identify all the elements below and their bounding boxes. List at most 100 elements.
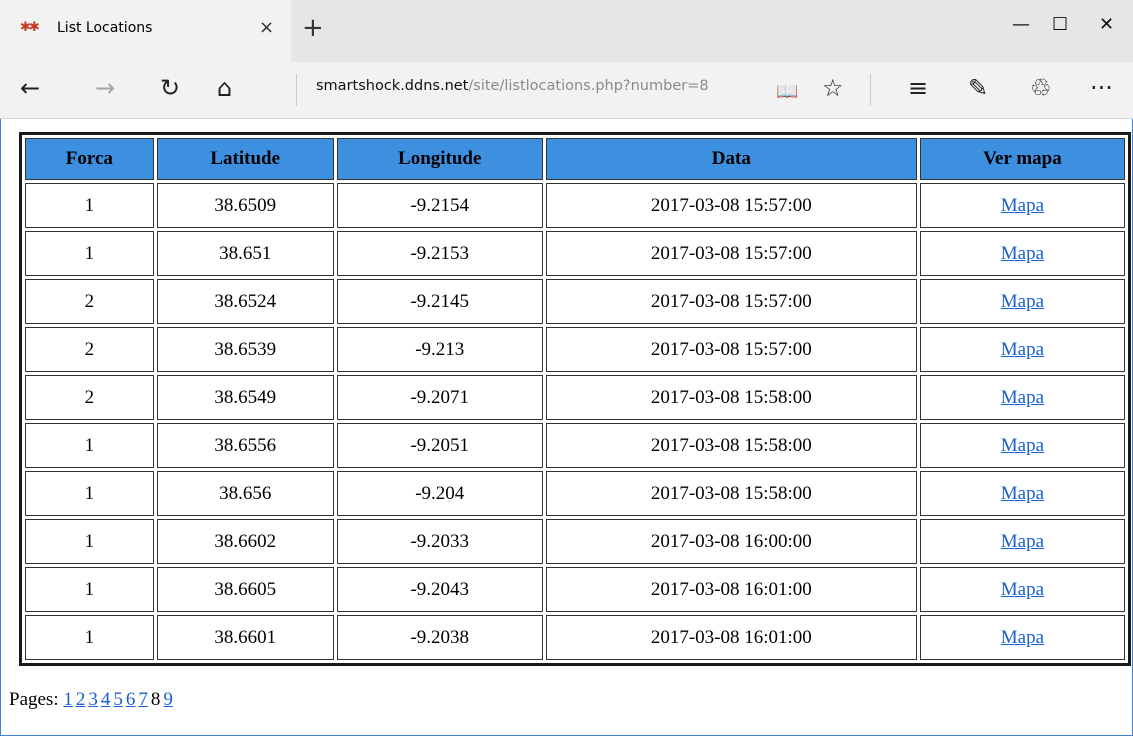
header-ver-mapa: Ver mapa — [919, 138, 1125, 180]
cell-data: 2017-03-08 15:58:00 — [545, 375, 917, 420]
tab-close-icon[interactable]: × — [259, 17, 274, 38]
page-content: Forca Latitude Longitude Data Ver mapa 1… — [0, 119, 1133, 737]
mapa-link[interactable]: Mapa — [1001, 435, 1044, 456]
cell-forca: 2 — [25, 279, 154, 324]
table-row: 1 38.6556 -9.2051 2017-03-08 15:58:00 Mapa — [25, 423, 1125, 468]
refresh-icon[interactable]: ↻ — [160, 74, 180, 102]
cell-longitude: -9.2145 — [336, 279, 543, 324]
share-icon[interactable]: ♲ — [1030, 74, 1052, 102]
tab-bar: ✱✱ List Locations × + — ☐ ✕ — [0, 0, 1133, 62]
page-link[interactable]: 2 — [76, 689, 86, 710]
mapa-link[interactable]: Mapa — [1001, 531, 1044, 552]
reading-view-icon[interactable]: 📖 — [776, 78, 798, 106]
table-row: 2 38.6549 -9.2071 2017-03-08 15:58:00 Mapa — [25, 375, 1125, 420]
mapa-link[interactable]: Mapa — [1001, 195, 1044, 216]
cell-ver-mapa: Mapa — [919, 519, 1125, 564]
more-icon[interactable]: ··· — [1090, 74, 1113, 102]
mapa-link[interactable]: Mapa — [1001, 339, 1044, 360]
cell-ver-mapa: Mapa — [919, 183, 1125, 228]
address-bar[interactable]: smartshock.ddns.net/site/listlocations.p… — [316, 78, 709, 94]
forward-icon[interactable]: → — [95, 74, 115, 102]
mapa-link[interactable]: Mapa — [1001, 627, 1044, 648]
cell-data: 2017-03-08 15:57:00 — [545, 183, 917, 228]
table-row: 1 38.6605 -9.2043 2017-03-08 16:01:00 Mapa — [25, 567, 1125, 612]
navigation-bar: ← → ↻ ⌂ smartshock.ddns.net/site/listloc… — [0, 62, 1133, 119]
cell-latitude: 38.6605 — [156, 567, 334, 612]
cell-data: 2017-03-08 16:00:00 — [545, 519, 917, 564]
cell-data: 2017-03-08 16:01:00 — [545, 567, 917, 612]
cell-latitude: 38.6602 — [156, 519, 334, 564]
header-data: Data — [545, 138, 917, 180]
favorite-star-icon[interactable]: ☆ — [822, 74, 844, 102]
address-host: smartshock.ddns.net — [316, 78, 469, 94]
cell-data: 2017-03-08 15:58:00 — [545, 423, 917, 468]
cell-latitude: 38.651 — [156, 231, 334, 276]
web-note-icon[interactable]: ✎ — [968, 74, 988, 102]
cell-forca: 1 — [25, 423, 154, 468]
header-forca: Forca — [25, 138, 154, 180]
page-links: 123456789 — [63, 689, 176, 710]
mapa-link[interactable]: Mapa — [1001, 483, 1044, 504]
tab-list-locations[interactable]: ✱✱ List Locations × — [0, 0, 291, 62]
table-row: 1 38.656 -9.204 2017-03-08 15:58:00 Mapa — [25, 471, 1125, 516]
page-current: 8 — [150, 689, 161, 710]
cell-forca: 1 — [25, 183, 154, 228]
minimize-icon[interactable]: — — [1012, 14, 1030, 35]
cell-ver-mapa: Mapa — [919, 423, 1125, 468]
tab-title: List Locations — [57, 20, 153, 36]
cell-longitude: -9.2153 — [336, 231, 543, 276]
window-close-icon[interactable]: ✕ — [1099, 14, 1114, 35]
cell-longitude: -9.2154 — [336, 183, 543, 228]
page-link[interactable]: 6 — [126, 689, 136, 710]
page-link[interactable]: 7 — [138, 689, 148, 710]
cell-forca: 2 — [25, 375, 154, 420]
cell-longitude: -9.2033 — [336, 519, 543, 564]
home-icon[interactable]: ⌂ — [217, 74, 232, 102]
cell-forca: 1 — [25, 567, 154, 612]
site-favicon-icon: ✱✱ — [20, 20, 40, 35]
cell-ver-mapa: Mapa — [919, 615, 1125, 660]
cell-data: 2017-03-08 15:57:00 — [545, 279, 917, 324]
cell-longitude: -9.2043 — [336, 567, 543, 612]
cell-longitude: -9.2071 — [336, 375, 543, 420]
cell-data: 2017-03-08 16:01:00 — [545, 615, 917, 660]
mapa-link[interactable]: Mapa — [1001, 291, 1044, 312]
cell-data: 2017-03-08 15:57:00 — [545, 327, 917, 372]
cell-ver-mapa: Mapa — [919, 327, 1125, 372]
cell-forca: 1 — [25, 471, 154, 516]
cell-longitude: -9.2051 — [336, 423, 543, 468]
cell-forca: 1 — [25, 615, 154, 660]
page-link[interactable]: 5 — [113, 689, 123, 710]
pagination-label: Pages: — [9, 689, 59, 710]
cell-data: 2017-03-08 15:58:00 — [545, 471, 917, 516]
back-icon[interactable]: ← — [20, 74, 40, 102]
page-link[interactable]: 1 — [63, 689, 73, 710]
page-link[interactable]: 9 — [163, 689, 173, 710]
toolbar-divider — [870, 74, 871, 106]
new-tab-icon[interactable]: + — [302, 13, 324, 43]
cell-latitude: 38.6509 — [156, 183, 334, 228]
cell-ver-mapa: Mapa — [919, 471, 1125, 516]
page-link[interactable]: 3 — [88, 689, 98, 710]
table-row: 2 38.6524 -9.2145 2017-03-08 15:57:00 Mapa — [25, 279, 1125, 324]
mapa-link[interactable]: Mapa — [1001, 243, 1044, 264]
cell-latitude: 38.6539 — [156, 327, 334, 372]
cell-data: 2017-03-08 15:57:00 — [545, 231, 917, 276]
table-row: 1 38.6509 -9.2154 2017-03-08 15:57:00 Mapa — [25, 183, 1125, 228]
mapa-link[interactable]: Mapa — [1001, 579, 1044, 600]
table-body: 1 38.6509 -9.2154 2017-03-08 15:57:00 Mapa 1 3… — [25, 183, 1125, 660]
address-path: /site/listlocations.php?number=8 — [468, 78, 709, 94]
table-row: 1 38.6602 -9.2033 2017-03-08 16:00:00 Mapa — [25, 519, 1125, 564]
cell-latitude: 38.6556 — [156, 423, 334, 468]
mapa-link[interactable]: Mapa — [1001, 387, 1044, 408]
hub-icon[interactable]: ≡ — [908, 74, 928, 102]
cell-ver-mapa: Mapa — [919, 375, 1125, 420]
table-row: 1 38.651 -9.2153 2017-03-08 15:57:00 Mapa — [25, 231, 1125, 276]
page-link[interactable]: 4 — [101, 689, 111, 710]
header-longitude: Longitude — [336, 138, 543, 180]
maximize-icon[interactable]: ☐ — [1052, 14, 1068, 35]
table-row: 2 38.6539 -9.213 2017-03-08 15:57:00 Mapa — [25, 327, 1125, 372]
cell-forca: 2 — [25, 327, 154, 372]
cell-longitude: -9.2038 — [336, 615, 543, 660]
table-row: 1 38.6601 -9.2038 2017-03-08 16:01:00 Mapa — [25, 615, 1125, 660]
